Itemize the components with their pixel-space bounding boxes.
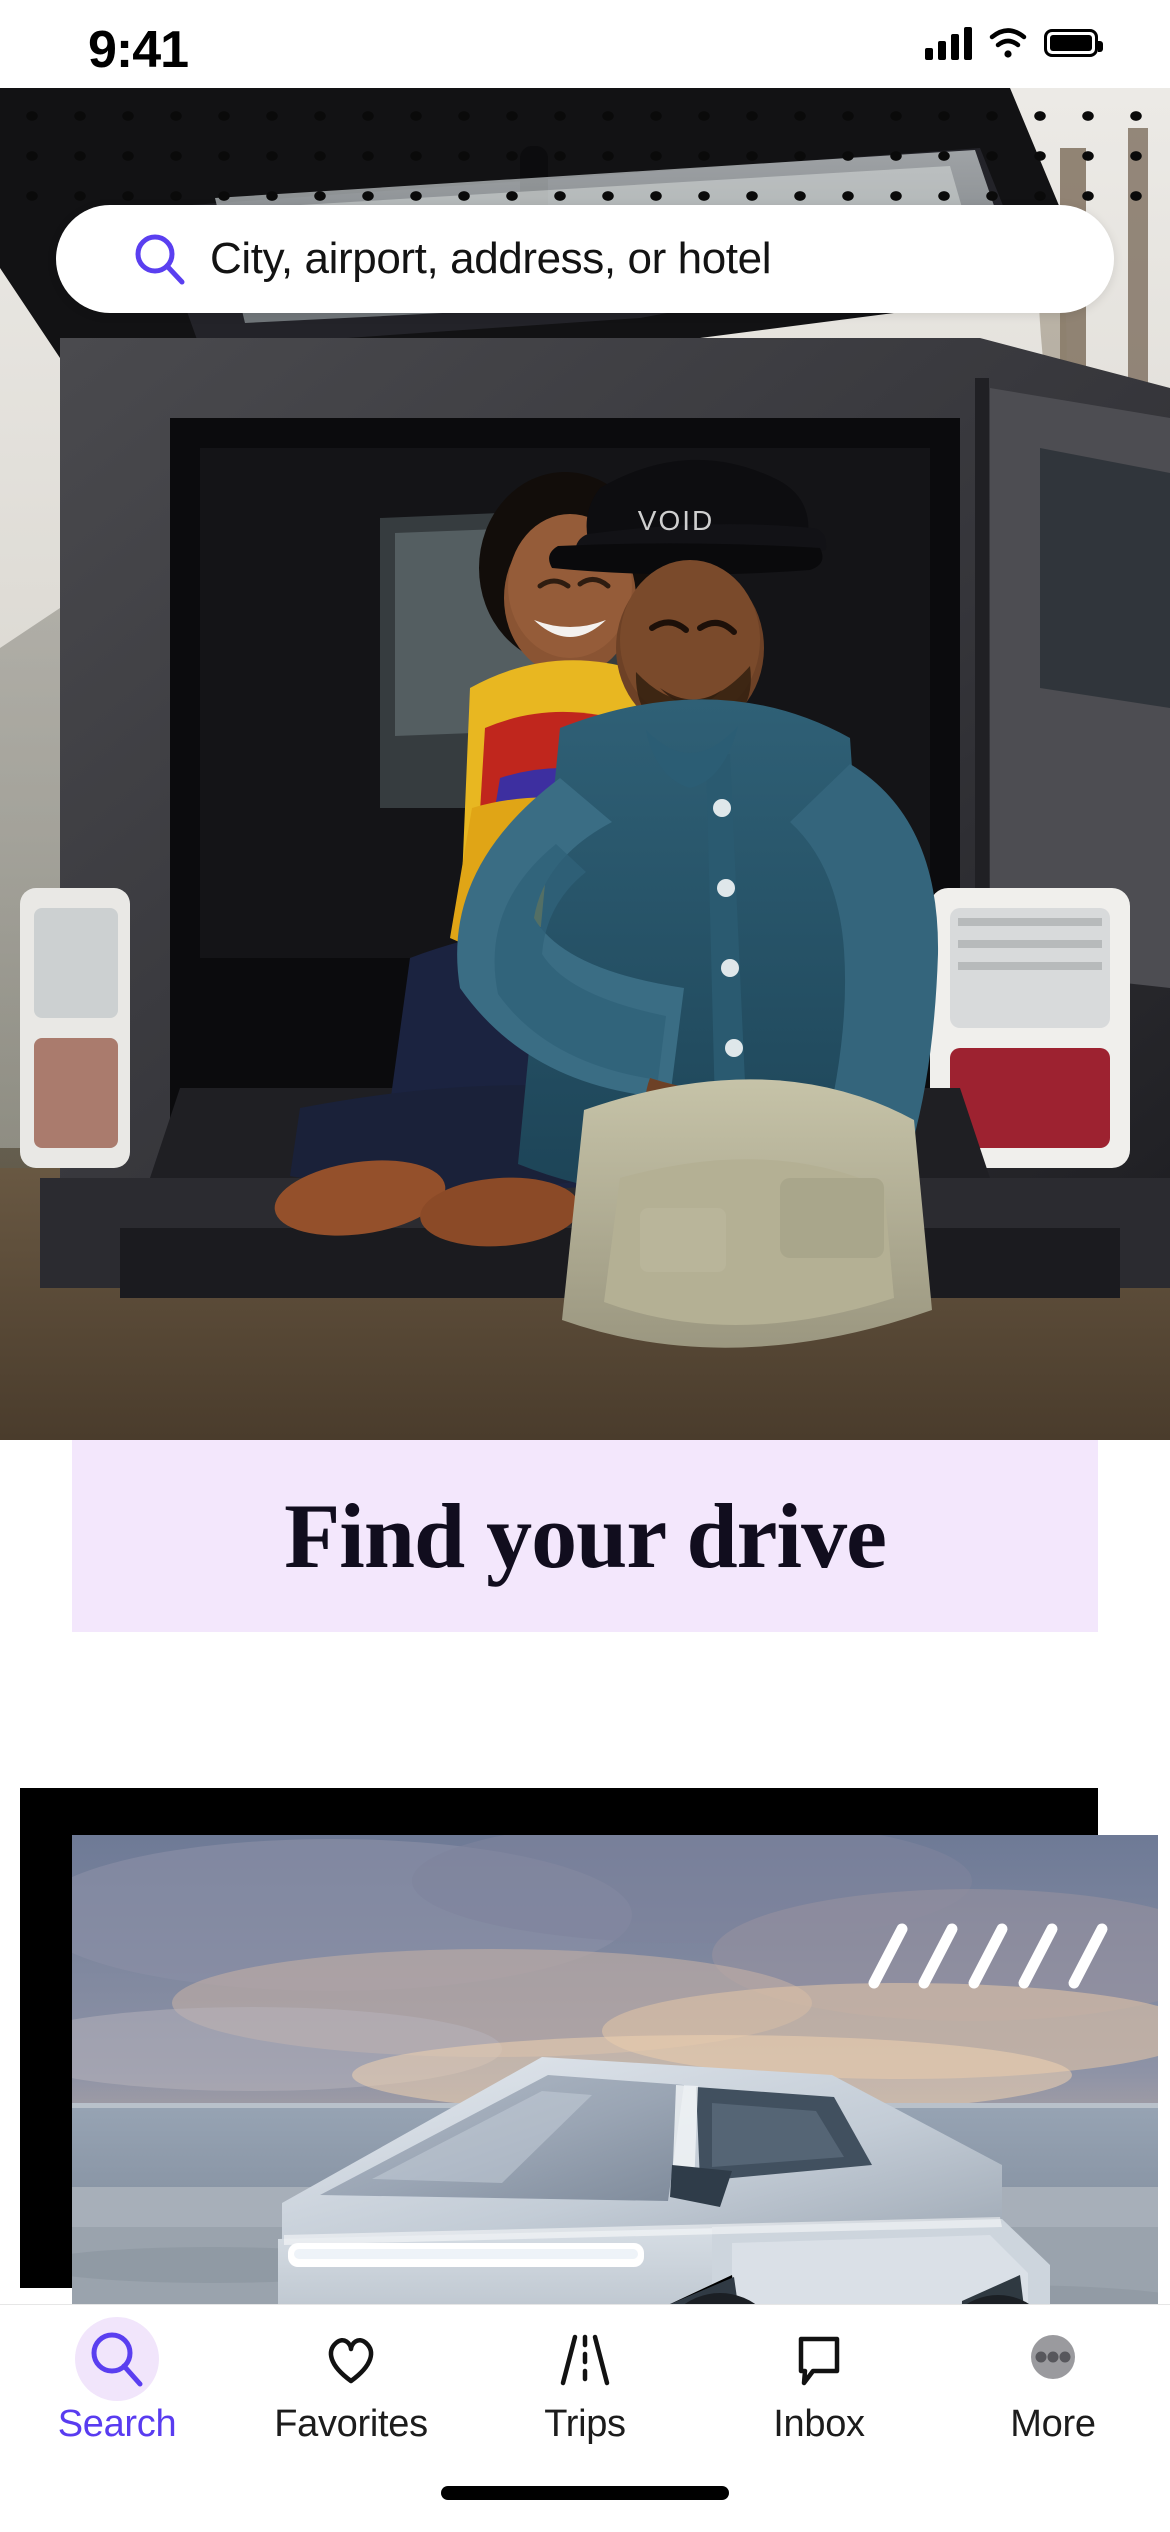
more-avatar-icon — [1031, 2335, 1075, 2379]
chat-bubble-icon — [798, 2336, 840, 2386]
heart-icon-wrap — [308, 2323, 394, 2395]
search-icon — [91, 2332, 143, 2387]
search-icon — [135, 234, 185, 285]
home-indicator[interactable] — [441, 2486, 729, 2500]
status-bar: 9:41 — [0, 0, 1170, 88]
tab-label-favorites: Favorites — [274, 2403, 428, 2445]
cellular-signal-icon — [925, 26, 972, 60]
tab-label-more: More — [1010, 2403, 1096, 2445]
heart-icon — [328, 2338, 374, 2384]
search-input-placeholder[interactable]: City, airport, address, or hotel — [210, 234, 771, 284]
tab-trips[interactable]: Trips — [468, 2305, 702, 2465]
app-screen: VOID City, airport, address, or hotel 9:… — [0, 0, 1170, 2532]
tab-search[interactable]: Search — [0, 2305, 234, 2465]
find-your-drive-panel: Find your drive — [72, 1440, 1098, 1632]
status-indicators — [925, 26, 1103, 60]
chat-bubble-icon-wrap — [776, 2323, 862, 2395]
status-time: 9:41 — [88, 21, 189, 79]
road-icon — [560, 2334, 610, 2386]
battery-full-icon — [1044, 29, 1103, 57]
bottom-tab-bar: Search Favorites Trips Inbox More — [0, 2304, 1170, 2532]
more-avatar-icon-wrap — [1010, 2323, 1096, 2395]
road-icon-wrap — [542, 2323, 628, 2395]
search-bar[interactable]: City, airport, address, or hotel — [56, 205, 1114, 313]
wifi-icon — [989, 28, 1027, 58]
page-title: Find your drive — [284, 1485, 887, 1587]
tab-label-search: Search — [57, 2403, 177, 2445]
search-icon-wrap — [74, 2323, 160, 2395]
tab-favorites[interactable]: Favorites — [234, 2305, 468, 2465]
tab-more[interactable]: More — [936, 2305, 1170, 2465]
tab-label-inbox: Inbox — [773, 2403, 865, 2445]
tab-inbox[interactable]: Inbox — [702, 2305, 936, 2465]
tab-label-trips: Trips — [544, 2403, 626, 2445]
